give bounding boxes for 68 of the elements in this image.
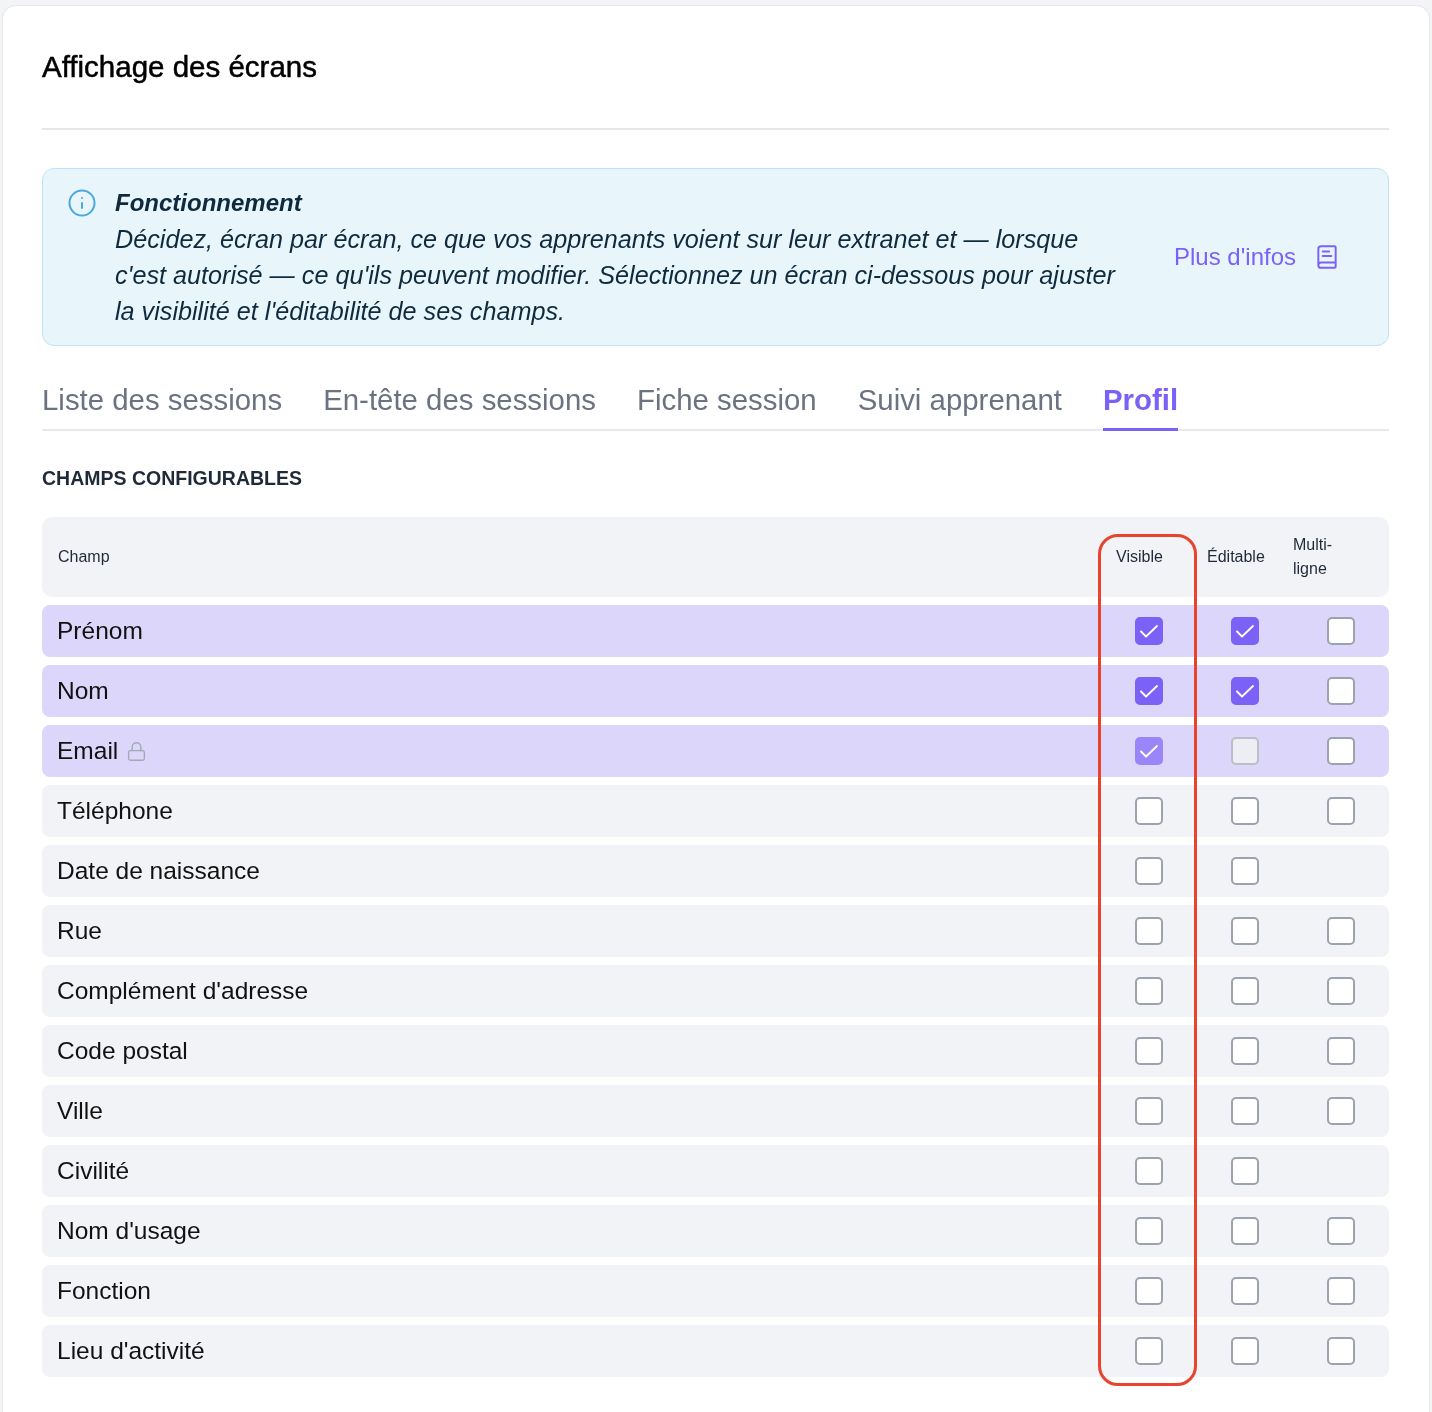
checkbox[interactable] — [1231, 977, 1259, 1005]
checkbox[interactable] — [1231, 617, 1259, 645]
checkbox[interactable] — [1135, 1217, 1163, 1245]
checkbox[interactable] — [1135, 617, 1163, 645]
checkbox[interactable] — [1135, 1157, 1163, 1185]
page-title: Affichage des écrans — [42, 50, 317, 84]
section-title: CHAMPS CONFIGURABLES — [42, 466, 302, 490]
checkbox[interactable] — [1135, 677, 1163, 705]
checkbox[interactable] — [1231, 1157, 1259, 1185]
checkbox[interactable] — [1231, 917, 1259, 945]
checkbox[interactable] — [1135, 857, 1163, 885]
checkbox[interactable] — [1135, 1337, 1163, 1365]
check-icon — [1236, 684, 1254, 698]
field-name: Date de naissance — [57, 856, 260, 886]
tab[interactable]: Liste des sessions — [42, 383, 283, 431]
checkbox[interactable] — [1231, 1277, 1259, 1305]
checkbox[interactable] — [1231, 1217, 1259, 1245]
checkbox[interactable] — [1327, 1037, 1355, 1065]
checkbox[interactable] — [1327, 1337, 1355, 1365]
info-title: Fonctionnement — [115, 188, 302, 218]
checkbox[interactable] — [1231, 857, 1259, 885]
checkbox[interactable] — [1327, 917, 1355, 945]
checkbox[interactable] — [1135, 797, 1163, 825]
field-name: Rue — [57, 916, 102, 946]
book-icon — [1314, 244, 1340, 270]
column-header: Éditable — [1207, 546, 1265, 567]
tab[interactable]: Fiche session — [637, 383, 817, 431]
tab[interactable]: En-tête des sessions — [323, 383, 596, 431]
checkbox[interactable] — [1135, 977, 1163, 1005]
field-name: Code postal — [57, 1036, 188, 1066]
column-header: Visible — [1116, 547, 1163, 567]
checkbox[interactable] — [1231, 1037, 1259, 1065]
field-name: Téléphone — [57, 796, 173, 826]
tab[interactable]: Suivi apprenant — [857, 383, 1062, 431]
check-icon — [1140, 744, 1158, 758]
checkbox[interactable] — [1327, 1097, 1355, 1125]
tab[interactable]: Profil — [1102, 383, 1179, 431]
info-text: Décidez, écran par écran, ce que vos apprenants voient sur leur extranet et — lorsque c'est autorisé — ce qu'ils peuvent modifier. Sélectionnez un écran ci-dessous pour ajuster la visibilité et l'éditabilité de ses champs. — [115, 224, 1117, 327]
checkbox[interactable] — [1327, 677, 1355, 705]
field-name: Ville — [57, 1096, 103, 1126]
field-name: Email — [57, 736, 119, 766]
field-name: Complément d'adresse — [57, 976, 309, 1006]
checkbox[interactable] — [1327, 1217, 1355, 1245]
checkbox[interactable] — [1327, 797, 1355, 825]
field-name: Prénom — [57, 616, 143, 646]
column-header: Champ — [58, 547, 110, 567]
checkbox[interactable] — [1231, 677, 1259, 705]
checkbox[interactable] — [1135, 1097, 1163, 1125]
field-name: Nom — [57, 676, 109, 706]
info-icon — [67, 188, 97, 218]
check-icon — [1140, 684, 1158, 698]
checkbox[interactable] — [1231, 797, 1259, 825]
checkbox[interactable] — [1327, 617, 1355, 645]
check-icon — [1236, 624, 1254, 638]
check-icon — [1140, 624, 1158, 638]
field-name: Nom d'usage — [57, 1216, 201, 1246]
more-info-link[interactable]: Plus d'infos — [1174, 242, 1340, 272]
checkbox[interactable] — [1135, 1277, 1163, 1305]
checkbox[interactable] — [1135, 1037, 1163, 1065]
checkbox[interactable] — [1231, 1337, 1259, 1365]
checkbox[interactable] — [1327, 1277, 1355, 1305]
checkbox[interactable] — [1327, 977, 1355, 1005]
column-header: Multi-ligne — [1293, 535, 1333, 579]
checkbox[interactable] — [1231, 1097, 1259, 1125]
field-name: Civilité — [57, 1156, 130, 1186]
checkbox[interactable] — [1135, 917, 1163, 945]
field-name: Lieu d'activité — [57, 1336, 205, 1366]
field-name: Fonction — [57, 1276, 151, 1306]
